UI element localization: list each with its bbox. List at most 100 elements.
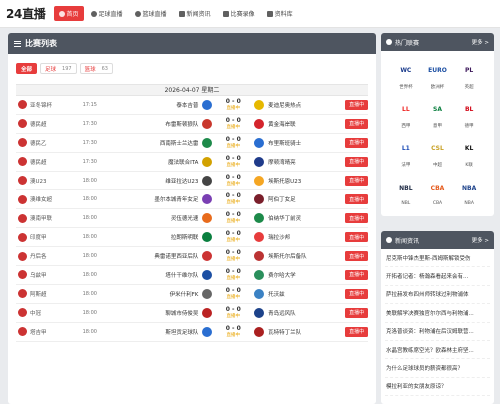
news-item[interactable]: 为什么足球球员的薪资都很高？: [385, 359, 490, 378]
news-more-link[interactable]: 更多 >: [472, 236, 489, 244]
away-team[interactable]: 托沃兹: [264, 290, 342, 298]
match-row[interactable]: 亚冬锦杯 17:15 泰本吉普 0 - 0 直播中 麦迪尼奥热点 直播中: [16, 96, 368, 115]
home-team[interactable]: 布雷斯顿狼队: [119, 120, 203, 128]
hot-league-item[interactable]: BL 德甲: [453, 96, 485, 131]
home-team[interactable]: 西南斯士兰达雷: [119, 139, 203, 147]
live-button[interactable]: 直播中: [345, 251, 368, 262]
news-item[interactable]: 克洛普谈资：利物浦在后汉姆联营...: [385, 323, 490, 341]
match-row[interactable]: 德民乙 17:30 西南斯士兰达雷 0 - 0 直播中 布里斯班骑士 直播中: [16, 134, 368, 153]
filter-all[interactable]: 全部: [16, 63, 38, 74]
match-league[interactable]: 德民乙: [16, 138, 83, 148]
home-team[interactable]: 灵伍德光速: [119, 214, 203, 222]
live-button[interactable]: 直播中: [345, 118, 368, 129]
home-team[interactable]: 斯坦贡足球队: [119, 328, 203, 336]
match-row[interactable]: 澳维女超 18:00 墨尔本城青年女足 0 - 0 直播中 阿伯丁女足 直播中: [16, 190, 368, 210]
match-league[interactable]: 中冠: [16, 308, 83, 318]
news-item[interactable]: 开拓者记者：杨瀚森看起来会有...: [385, 267, 490, 286]
news-item[interactable]: 尼克斯中锋杰里斯-西姆斯解锁受伤: [385, 249, 490, 268]
live-button[interactable]: 直播中: [345, 156, 368, 167]
home-team[interactable]: 维亚拉达U23: [119, 177, 203, 185]
match-league[interactable]: 德民超: [16, 157, 83, 167]
hot-league-item[interactable]: L1 法甲: [390, 135, 422, 170]
home-team[interactable]: 墨尔本城青年女足: [119, 195, 203, 203]
match-row[interactable]: 阿斯超 18:00 伊米什利FK 0 - 0 直播中 托沃兹 直播中: [16, 285, 368, 304]
hot-league-item[interactable]: KL K联: [453, 135, 485, 170]
home-team[interactable]: 拉朗斯明联: [119, 233, 203, 241]
news-title: 新闻资讯: [395, 237, 420, 245]
news-item[interactable]: 萨拉赫发布四州师转球过利物浦体: [385, 286, 490, 305]
away-team[interactable]: 麦迪尼奥热点: [264, 101, 342, 109]
away-team[interactable]: 瑞拉沙邦: [264, 233, 342, 241]
match-league[interactable]: 丹后各: [16, 251, 83, 261]
live-button[interactable]: 直播中: [345, 213, 368, 224]
news-item[interactable]: 美联解学决赛独官尔尔西与利物浦...: [385, 304, 490, 323]
live-button[interactable]: 直播中: [345, 194, 368, 205]
match-row[interactable]: 德民超 17:30 布雷斯顿狼队 0 - 0 直播中 黄金海岸联 直播中: [16, 115, 368, 134]
away-team[interactable]: 摩顿湾晴亮: [264, 158, 342, 166]
hot-league-item[interactable]: NBL NBL: [390, 174, 422, 209]
hot-league-item[interactable]: NBA NBA: [453, 174, 485, 209]
away-team[interactable]: 布里斯班骑士: [264, 139, 342, 147]
match-row[interactable]: 澳南甲联 18:00 灵伍德光速 0 - 0 直播中 伯纳华丁前灵 直播中: [16, 209, 368, 229]
home-team[interactable]: 聊城市侍俊吴: [119, 309, 203, 317]
away-team[interactable]: 伯纳华丁前灵: [264, 214, 342, 222]
filter-basketball[interactable]: 篮球 63: [79, 63, 113, 74]
live-button[interactable]: 直播中: [345, 137, 368, 148]
news-header: 新闻资讯 更多 >: [381, 231, 494, 249]
news-item[interactable]: 水晶宫教练席空光？欧森林主府坚...: [385, 341, 490, 360]
match-league[interactable]: 乌兹甲: [16, 270, 83, 280]
live-button[interactable]: 直播中: [345, 288, 368, 299]
live-button[interactable]: 直播中: [345, 326, 368, 337]
match-row[interactable]: 乌兹甲 18:00 塔什干维尔队 0 - 0 直播中 费尔哈大学 直播中: [16, 266, 368, 285]
away-team[interactable]: 埃斯托恩U23: [264, 177, 342, 185]
away-team[interactable]: 青岛远风队: [264, 309, 342, 317]
match-league[interactable]: 澳南甲联: [16, 213, 83, 223]
hot-league-item[interactable]: CBA CBA: [422, 174, 454, 209]
match-league[interactable]: 澳维女超: [16, 194, 83, 204]
away-team[interactable]: 埃斯托尔后备队: [264, 252, 342, 260]
away-team[interactable]: 费尔哈大学: [264, 271, 342, 279]
hot-league-item[interactable]: LL 西甲: [390, 96, 422, 131]
match-row[interactable]: 印度甲 18:00 拉朗斯明联 0 - 0 直播中 瑞拉沙邦 直播中: [16, 228, 368, 248]
home-team[interactable]: 伊米什利FK: [119, 290, 203, 298]
nav-news[interactable]: 新闻资讯: [174, 6, 216, 21]
nav-match-videos[interactable]: 比赛录像: [218, 6, 260, 21]
hot-league-item[interactable]: SA 意甲: [422, 96, 454, 131]
hot-leagues-more-link[interactable]: 更多 >: [472, 38, 489, 46]
nav-basketball-live[interactable]: 篮球直播: [130, 6, 172, 21]
live-button[interactable]: 直播中: [345, 99, 368, 110]
filter-soccer[interactable]: 足球 197: [40, 63, 77, 74]
live-button[interactable]: 直播中: [345, 175, 368, 186]
match-row[interactable]: 丹后各 18:00 典雷诺里西亚后队 0 - 0 直播中 埃斯托尔后备队 直播中: [16, 247, 368, 267]
away-team[interactable]: 阿伯丁女足: [264, 195, 342, 203]
nav-database[interactable]: 资料库: [262, 6, 298, 21]
home-team[interactable]: 典雷诺里西亚后队: [119, 252, 203, 260]
live-button[interactable]: 直播中: [345, 232, 368, 243]
league-badge-icon: [18, 157, 27, 167]
live-button[interactable]: 直播中: [345, 307, 368, 318]
match-league[interactable]: 亚冬锦杯: [16, 100, 83, 110]
away-team[interactable]: 黄金海岸联: [264, 120, 342, 128]
match-row[interactable]: 澳U23 18:00 维亚拉达U23 0 - 0 直播中 埃斯托恩U23 直播中: [16, 172, 368, 191]
home-team[interactable]: 泰本吉普: [119, 101, 203, 109]
home-team[interactable]: 塔什干维尔队: [119, 271, 203, 279]
hot-league-item[interactable]: WC 世界杯: [390, 57, 422, 92]
match-row[interactable]: 中冠 18:00 聊城市侍俊吴 0 - 0 直播中 青岛远风队 直播中: [16, 304, 368, 323]
hot-league-item[interactable]: EURO 欧洲杯: [422, 57, 454, 92]
nav-soccer-live[interactable]: 足球直播: [86, 6, 128, 21]
hot-league-item[interactable]: CSL 中超: [422, 135, 454, 170]
nav-home[interactable]: 首页: [53, 6, 84, 21]
live-button[interactable]: 直播中: [345, 269, 368, 280]
match-league[interactable]: 德民超: [16, 119, 83, 129]
news-item[interactable]: 模拉利亚的女朋友原谅？: [385, 378, 490, 397]
away-team[interactable]: 瓦特特丁兰队: [264, 328, 342, 336]
match-row[interactable]: 塔吉甲 18:00 斯坦贡足球队 0 - 0 直播中 瓦特特丁兰队 直播中: [16, 323, 368, 342]
match-league[interactable]: 印度甲: [16, 232, 83, 242]
match-league[interactable]: 阿斯超: [16, 289, 83, 299]
home-team[interactable]: 魔法联合ITA: [119, 158, 203, 166]
match-row[interactable]: 德民超 17:30 魔法联合ITA 0 - 0 直播中 摩顿湾晴亮 直播中: [16, 153, 368, 172]
match-league[interactable]: 塔吉甲: [16, 327, 83, 337]
match-league[interactable]: 澳U23: [16, 176, 83, 185]
site-logo[interactable]: 24直播: [6, 5, 46, 22]
hot-league-item[interactable]: PL 英超: [453, 57, 485, 92]
